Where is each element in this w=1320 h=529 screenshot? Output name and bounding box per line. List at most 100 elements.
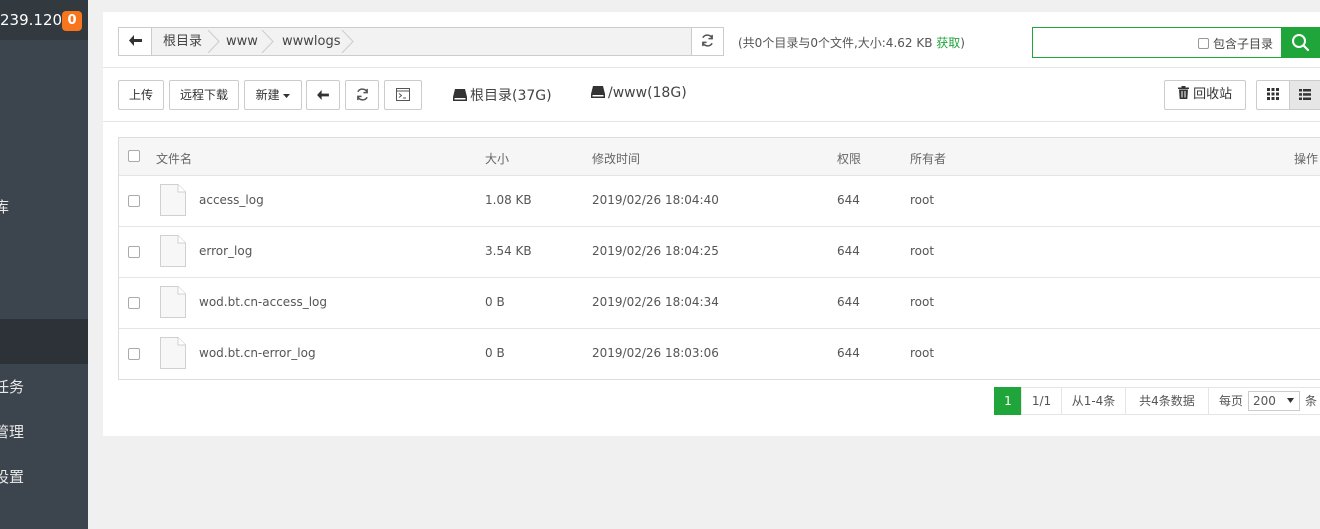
search-icon	[1292, 34, 1310, 52]
file-perm[interactable]: 644	[837, 193, 860, 207]
page-current[interactable]: 1	[994, 387, 1022, 415]
pagination: 1 1/1 从1-4条 共4条数据 每页 200 条	[994, 387, 1320, 415]
col-mtime[interactable]: 修改时间	[592, 150, 640, 167]
sidebar-item-database[interactable]: 库	[0, 196, 9, 217]
arrow-left-icon	[128, 35, 142, 46]
file-icon	[160, 286, 186, 318]
page-count: 1/1	[1021, 387, 1062, 415]
file-icon	[160, 235, 186, 267]
table-row[interactable]: wod.bt.cn-error_log 0 B 2019/02/26 18:03…	[119, 329, 1320, 380]
disk-root[interactable]: 根目录(37G)	[453, 85, 552, 105]
file-size: 0 B	[485, 295, 505, 309]
new-dropdown-button[interactable]: 新建	[244, 80, 302, 110]
sidebar: 239.120 0 库 任务 管理 设置	[0, 0, 88, 529]
row-checkbox[interactable]	[128, 195, 140, 207]
path-refresh-button[interactable]	[691, 27, 724, 56]
file-mtime: 2019/02/26 18:04:40	[592, 193, 719, 207]
sidebar-item-manage[interactable]: 管理	[0, 421, 24, 442]
file-perm[interactable]: 644	[837, 295, 860, 309]
harddrive-icon	[591, 86, 605, 98]
file-size: 3.54 KB	[485, 244, 532, 258]
sidebar-item-cron[interactable]: 任务	[0, 376, 24, 397]
row-checkbox[interactable]	[128, 348, 140, 360]
refresh-button[interactable]	[345, 80, 379, 110]
file-mtime: 2019/02/26 18:04:34	[592, 295, 719, 309]
sidebar-item-settings[interactable]: 设置	[0, 466, 24, 487]
refresh-icon	[702, 34, 713, 47]
recycle-bin-button[interactable]: 回收站	[1164, 80, 1246, 110]
file-owner[interactable]: root	[910, 346, 934, 360]
terminal-button[interactable]	[384, 80, 422, 110]
file-perm[interactable]: 644	[837, 244, 860, 258]
path-back-button[interactable]	[119, 28, 152, 55]
dir-summary: (共0个目录与0个文件,大小:4.62 KB 获取)	[738, 34, 965, 51]
recycle-bin-label: 回收站	[1193, 87, 1233, 102]
grid-icon	[1267, 88, 1279, 100]
select-all-checkbox[interactable]	[128, 150, 140, 162]
file-owner[interactable]: root	[910, 244, 934, 258]
file-owner[interactable]: root	[910, 295, 934, 309]
toolbar-divider	[103, 121, 1320, 122]
disk-root-label: 根目录(37G)	[470, 88, 552, 104]
table-row[interactable]: access_log 1.08 KB 2019/02/26 18:04:40 6…	[119, 176, 1320, 227]
col-perm: 权限	[837, 152, 862, 166]
caret-down-icon	[283, 94, 291, 98]
col-size[interactable]: 大小	[485, 150, 509, 167]
back-button[interactable]	[306, 80, 340, 110]
grid-view-button[interactable]	[1256, 80, 1290, 110]
crumb-wwwlogs[interactable]: wwwlogs	[282, 28, 341, 55]
per-page-select[interactable]: 200	[1248, 391, 1300, 411]
col-owner: 所有者	[910, 152, 947, 166]
new-label: 新建	[255, 88, 280, 102]
page-range: 从1-4条	[1061, 387, 1126, 415]
file-manager-panel: 根目录 www wwwlogs (共0个目录与0个文件,大小:4.62 KB 获…	[103, 12, 1320, 436]
include-subdir-checkbox[interactable]	[1198, 38, 1209, 49]
disk-www[interactable]: /www(18G)	[591, 85, 687, 101]
caret-down-icon	[1287, 398, 1294, 403]
remote-download-button[interactable]: 远程下载	[169, 80, 239, 110]
harddrive-icon	[453, 89, 467, 101]
fetch-size-link[interactable]: 获取	[936, 36, 960, 50]
file-size: 0 B	[485, 346, 505, 360]
file-size: 1.08 KB	[485, 193, 532, 207]
row-checkbox[interactable]	[128, 297, 140, 309]
refresh-icon	[356, 88, 368, 101]
chevron-right-icon	[341, 30, 354, 53]
dir-summary-close: )	[960, 36, 965, 50]
disk-www-label: /www(18G)	[608, 85, 687, 101]
search-button[interactable]	[1281, 27, 1320, 58]
col-ops: 操作	[1294, 152, 1319, 166]
per-page-unit: 条	[1305, 394, 1318, 408]
file-name[interactable]: access_log	[199, 193, 264, 207]
row-checkbox[interactable]	[128, 246, 140, 258]
list-view-button[interactable]	[1289, 80, 1320, 110]
search-input[interactable]: 包含子目录	[1032, 27, 1282, 58]
sidebar-item-files-active[interactable]	[0, 319, 88, 364]
file-perm[interactable]: 644	[837, 346, 860, 360]
upload-button[interactable]: 上传	[118, 80, 164, 110]
crumb-www[interactable]: www	[226, 28, 258, 55]
file-name[interactable]: wod.bt.cn-error_log	[199, 346, 316, 360]
table-row[interactable]: wod.bt.cn-access_log 0 B 2019/02/26 18:0…	[119, 278, 1320, 329]
file-table: 文件名 大小 修改时间 权限 所有者 操作 access_log 1.08 KB…	[118, 137, 1320, 380]
chevron-right-icon	[261, 30, 274, 53]
table-row[interactable]: error_log 3.54 KB 2019/02/26 18:04:25 64…	[119, 227, 1320, 278]
include-subdir-toggle[interactable]: 包含子目录	[1198, 35, 1273, 52]
header-divider	[103, 67, 1320, 68]
per-page-value: 200	[1253, 394, 1276, 408]
terminal-icon	[396, 88, 410, 101]
crumb-root[interactable]: 根目录	[163, 28, 202, 55]
file-icon	[160, 184, 186, 216]
col-name[interactable]: 文件名	[156, 150, 192, 167]
file-icon	[160, 337, 186, 369]
file-owner[interactable]: root	[910, 193, 934, 207]
breadcrumb: 根目录 www wwwlogs	[118, 27, 724, 56]
dir-summary-text: (共0个目录与0个文件,大小:4.62 KB	[738, 36, 937, 50]
page-total: 共4条数据	[1125, 387, 1209, 415]
file-name[interactable]: error_log	[199, 244, 252, 258]
server-ip: 239.120	[0, 11, 63, 29]
chevron-right-icon	[207, 30, 220, 53]
notification-badge[interactable]: 0	[62, 11, 82, 31]
file-name[interactable]: wod.bt.cn-access_log	[199, 295, 327, 309]
trash-icon	[1177, 86, 1189, 99]
